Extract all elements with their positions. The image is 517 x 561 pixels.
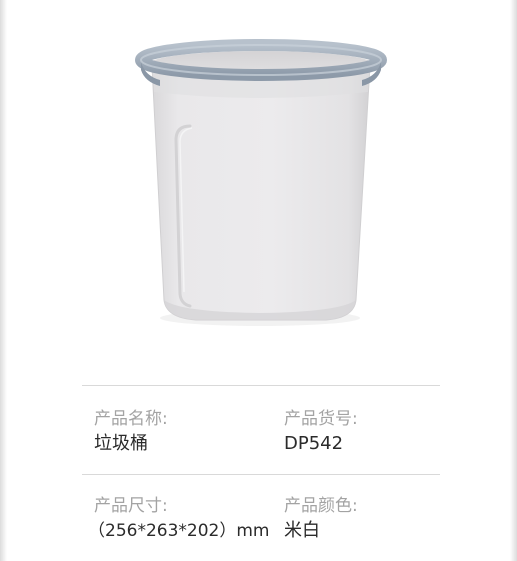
- product-name-value: 垃圾桶: [94, 433, 148, 454]
- divider-top: [82, 385, 440, 386]
- product-size-label: 产品尺寸:: [94, 496, 168, 516]
- product-size-value: （256*263*202）mm: [88, 521, 270, 541]
- product-name-label: 产品名称:: [94, 409, 168, 429]
- product-color-value: 米白: [284, 520, 320, 541]
- product-code-label: 产品货号:: [284, 409, 358, 429]
- product-color-label: 产品颜色:: [284, 496, 358, 516]
- trash-bin-icon: [135, 39, 387, 326]
- divider-middle: [82, 474, 440, 475]
- product-code-value: DP542: [284, 433, 344, 454]
